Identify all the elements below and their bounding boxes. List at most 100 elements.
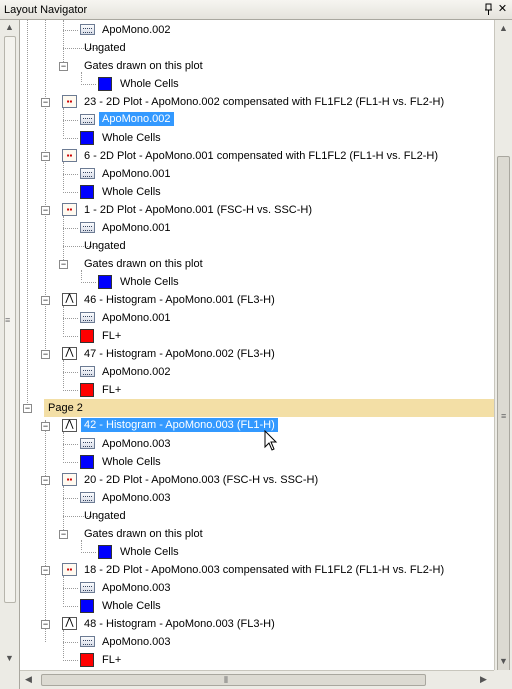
left-scrollbar[interactable]: ▲ ≡ ▼	[0, 20, 20, 689]
tree-item-histogram[interactable]: − ⋀ 48 - Histogram - ApoMono.003 (FL3-H)	[20, 615, 494, 633]
tree-item-gate[interactable]: FL+	[20, 327, 494, 345]
tree-item-data-file[interactable]: ApoMono.003	[20, 633, 494, 651]
tree-item-gate[interactable]: Whole Cells	[20, 597, 494, 615]
gate-color-swatch	[80, 329, 94, 343]
tree-item-label: ApoMono.001	[102, 222, 171, 234]
tree-item-gates-drawn[interactable]: − Gates drawn on this plot	[20, 57, 494, 75]
collapse-icon[interactable]: −	[41, 296, 50, 305]
scrollbar-corner	[494, 670, 512, 689]
tree-item-data-file[interactable]: ApoMono.003	[20, 489, 494, 507]
tree-item-label: FL+	[102, 384, 122, 396]
tree-item-page[interactable]: − Page 2	[20, 399, 494, 417]
tree-line	[63, 174, 78, 175]
tree-item-gate[interactable]: Whole Cells	[20, 129, 494, 147]
gate-color-swatch	[80, 455, 94, 469]
tree-item-gate[interactable]: Whole Cells	[20, 183, 494, 201]
tree-item-label-selected: 42 - Histogram - ApoMono.003 (FL1-H)	[81, 418, 278, 432]
tree-item-label: ApoMono.001	[102, 168, 171, 180]
tree-item-label: ApoMono.003	[102, 636, 171, 648]
collapse-icon[interactable]: −	[41, 620, 50, 629]
tree-item-plot[interactable]: − ▪▪ 6 - 2D Plot - ApoMono.001 compensat…	[20, 147, 494, 165]
close-icon[interactable]: ✕	[496, 3, 509, 16]
gate-color-swatch	[98, 77, 112, 91]
tree-item-label: Whole Cells	[120, 276, 179, 288]
tree-item-gate[interactable]: FL+	[20, 651, 494, 669]
2d-plot-icon: ▪▪	[62, 563, 77, 576]
tree-item-histogram[interactable]: − ⋀ 46 - Histogram - ApoMono.001 (FL3-H)	[20, 291, 494, 309]
scroll-left-arrow-icon[interactable]: ◀	[25, 674, 32, 685]
tree-item-label: FL+	[102, 330, 122, 342]
tree-item-data-file[interactable]: ApoMono.003	[20, 579, 494, 597]
histogram-icon: ⋀	[62, 617, 77, 630]
tree-item-label: Gates drawn on this plot	[84, 60, 203, 72]
tree-line	[63, 372, 78, 373]
tree-item-plot[interactable]: − ▪▪ 23 - 2D Plot - ApoMono.002 compensa…	[20, 93, 494, 111]
histogram-icon: ⋀	[62, 347, 77, 360]
collapse-icon[interactable]: −	[59, 62, 68, 71]
horizontal-scroll-thumb[interactable]: ⦀	[41, 674, 426, 686]
collapse-icon[interactable]: −	[41, 422, 50, 431]
tree-item-label: ApoMono.001	[102, 312, 171, 324]
collapse-icon[interactable]: −	[41, 350, 50, 359]
data-file-icon	[80, 636, 95, 647]
collapse-icon[interactable]: −	[41, 476, 50, 485]
collapse-icon[interactable]: −	[41, 566, 50, 575]
tree-item-label: Whole Cells	[102, 186, 161, 198]
panel-title: Layout Navigator	[4, 4, 88, 16]
vertical-scroll-thumb[interactable]: ≡	[497, 156, 510, 676]
scroll-down-arrow-icon[interactable]: ▼	[5, 653, 14, 663]
panel-titlebar: Layout Navigator ✕	[0, 0, 512, 20]
tree-line	[63, 30, 78, 31]
scroll-right-arrow-icon[interactable]: ▶	[480, 674, 487, 685]
tree-item-label: Page 2	[48, 402, 83, 414]
tree-item-histogram[interactable]: − ⋀ 47 - Histogram - ApoMono.002 (FL3-H)	[20, 345, 494, 363]
tree-item-gate[interactable]: Whole Cells	[20, 75, 494, 93]
tree-item-label: Whole Cells	[120, 546, 179, 558]
collapse-icon[interactable]: −	[41, 152, 50, 161]
scroll-up-arrow-icon[interactable]: ▲	[499, 23, 508, 33]
tree-item-ungated[interactable]: Ungated	[20, 39, 494, 57]
collapse-icon[interactable]: −	[59, 260, 68, 269]
tree-item-data-file[interactable]: ApoMono.001	[20, 309, 494, 327]
scroll-up-arrow-icon[interactable]: ▲	[5, 22, 14, 32]
tree-item-label: 18 - 2D Plot - ApoMono.003 compensated w…	[84, 564, 445, 576]
scroll-down-arrow-icon[interactable]: ▼	[499, 656, 508, 666]
tree-item-label: ApoMono.003	[102, 582, 171, 594]
tree-item-data-file[interactable]: ApoMono.003	[20, 435, 494, 453]
tree-item-gate[interactable]: Whole Cells	[20, 273, 494, 291]
data-file-icon	[80, 168, 95, 179]
tree-item-label: Gates drawn on this plot	[84, 258, 203, 270]
tree-item-data-file[interactable]: ApoMono.002	[20, 21, 494, 39]
tree-item-ungated[interactable]: Ungated	[20, 507, 494, 525]
tree-item-plot[interactable]: − ▪▪ 20 - 2D Plot - ApoMono.003 (FSC-H v…	[20, 471, 494, 489]
tree-item-data-file[interactable]: ApoMono.002	[20, 111, 494, 129]
tree-item-data-file[interactable]: ApoMono.001	[20, 165, 494, 183]
tree-item-ungated[interactable]: Ungated	[20, 237, 494, 255]
gate-color-swatch	[80, 653, 94, 667]
gate-color-swatch	[80, 131, 94, 145]
tree-item-plot[interactable]: − ▪▪ 1 - 2D Plot - ApoMono.001 (FSC-H vs…	[20, 201, 494, 219]
data-file-icon	[80, 492, 95, 503]
tree-item-gate[interactable]: Whole Cells	[20, 543, 494, 561]
data-file-icon	[80, 24, 95, 35]
tree-item-label: 46 - Histogram - ApoMono.001 (FL3-H)	[84, 294, 275, 306]
tree-item-plot[interactable]: − ▪▪ 18 - 2D Plot - ApoMono.003 compensa…	[20, 561, 494, 579]
collapse-icon[interactable]: −	[41, 206, 50, 215]
tree-item-gate[interactable]: FL+	[20, 381, 494, 399]
horizontal-scrollbar[interactable]: ◀ ⦀ ▶	[20, 670, 494, 689]
tree-line	[81, 84, 96, 85]
collapse-icon[interactable]: −	[23, 404, 32, 413]
tree-item-data-file[interactable]: ApoMono.002	[20, 363, 494, 381]
tree-item-label: Gates drawn on this plot	[84, 528, 203, 540]
pin-icon[interactable]	[482, 3, 495, 16]
tree-item-gates-drawn[interactable]: − Gates drawn on this plot	[20, 255, 494, 273]
tree-line	[63, 138, 78, 139]
collapse-icon[interactable]: −	[59, 530, 68, 539]
tree-item-histogram[interactable]: − ⋀ 42 - Histogram - ApoMono.003 (FL1-H)	[20, 417, 494, 435]
vertical-scrollbar[interactable]: ▲ ≡ ▼	[494, 20, 512, 676]
tree-item-data-file[interactable]: ApoMono.001	[20, 219, 494, 237]
collapse-icon[interactable]: −	[41, 98, 50, 107]
tree-item-gate[interactable]: Whole Cells	[20, 453, 494, 471]
data-file-icon	[80, 366, 95, 377]
tree-item-gates-drawn[interactable]: − Gates drawn on this plot	[20, 525, 494, 543]
